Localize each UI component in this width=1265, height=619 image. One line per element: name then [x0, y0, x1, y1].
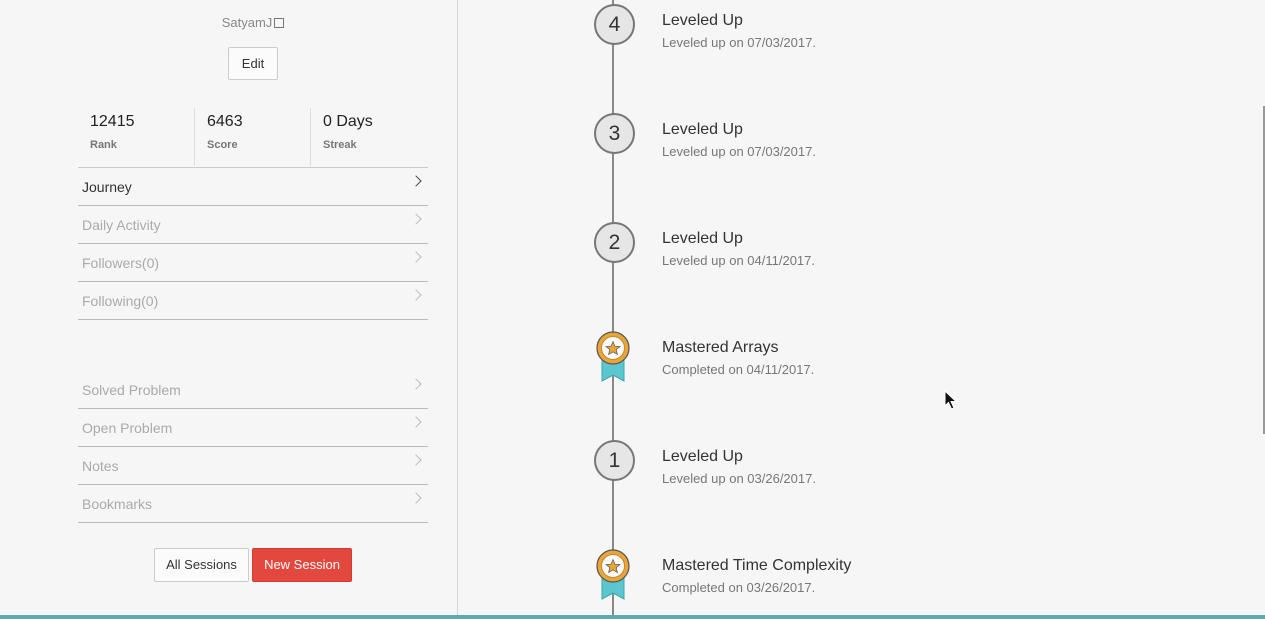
menu-item-solved-problem[interactable]: Solved Problem: [78, 371, 428, 409]
menu-item-label: Bookmarks: [82, 496, 153, 512]
chevron-right-icon: [410, 251, 422, 263]
timeline-subtitle: Leveled up on 07/03/2017.: [662, 35, 816, 50]
stat-value: 6463: [207, 113, 243, 130]
profile-panel: SatyamJ Edit 12415 Rank 6463 Score 0 Day…: [0, 0, 458, 615]
menu-item-label: Following(0): [82, 293, 159, 309]
problems-menu: Solved Problem Open Problem Notes Bookma…: [78, 371, 428, 523]
menu-item-daily-activity[interactable]: Daily Activity: [78, 206, 428, 244]
timeline-title: Mastered Time Complexity: [662, 557, 852, 574]
mouse-cursor-icon: [944, 390, 958, 410]
stats-row: 12415 Rank 6463 Score 0 Days Streak: [78, 108, 426, 166]
menu-item-label: Solved Problem: [82, 382, 181, 398]
chevron-right-icon: [410, 492, 422, 504]
timeline-item: 1 Leveled Up Leveled up on 03/26/2017.: [594, 440, 1094, 500]
chevron-right-icon: [410, 416, 422, 428]
medal-icon: [596, 549, 630, 600]
level-badge: 2: [594, 222, 635, 263]
username: SatyamJ: [0, 15, 506, 30]
level-badge: 4: [594, 4, 635, 45]
profile-menu: Journey Daily Activity Followers(0) Foll…: [78, 167, 428, 320]
chevron-right-icon: [410, 378, 422, 390]
timeline-subtitle: Leveled up on 07/03/2017.: [662, 144, 816, 159]
level-badge: 3: [594, 113, 635, 154]
bottom-accent-bar: [0, 615, 1265, 619]
timeline-item: 3 Leveled Up Leveled up on 07/03/2017.: [594, 113, 1094, 173]
timeline-subtitle: Leveled up on 04/11/2017.: [662, 253, 816, 268]
timeline-subtitle: Completed on 04/11/2017.: [662, 362, 815, 377]
stat-rank: 12415 Rank: [78, 108, 194, 166]
stat-streak: 0 Days Streak: [310, 108, 426, 166]
flag-icon: [274, 18, 285, 28]
menu-item-label: Open Problem: [82, 420, 173, 436]
timeline-subtitle: Leveled up on 03/26/2017.: [662, 471, 816, 486]
stat-score: 6463 Score: [194, 108, 310, 166]
menu-item-open-problem[interactable]: Open Problem: [78, 409, 428, 447]
menu-item-bookmarks[interactable]: Bookmarks: [78, 485, 428, 523]
timeline-line: [612, 0, 614, 615]
stat-value: 0 Days: [323, 113, 373, 130]
stat-value: 12415: [90, 113, 135, 130]
chevron-right-icon: [410, 454, 422, 466]
new-session-button[interactable]: New Session: [252, 548, 352, 582]
timeline-item: Mastered Time Complexity Completed on 03…: [594, 549, 1094, 609]
menu-item-label: Notes: [82, 458, 119, 474]
menu-item-followers[interactable]: Followers(0): [78, 244, 428, 282]
chevron-right-icon: [410, 213, 422, 225]
menu-item-label: Daily Activity: [82, 217, 161, 233]
timeline-title: Mastered Arrays: [662, 339, 779, 356]
timeline-item: 4 Leveled Up Leveled up on 07/03/2017.: [594, 4, 1094, 64]
menu-item-journey[interactable]: Journey: [78, 168, 428, 206]
timeline-title: Leveled Up: [662, 121, 743, 138]
menu-item-notes[interactable]: Notes: [78, 447, 428, 485]
chevron-right-icon: [410, 175, 422, 187]
stat-label: Rank: [90, 139, 117, 151]
timeline-title: Leveled Up: [662, 12, 743, 29]
menu-item-following[interactable]: Following(0): [78, 282, 428, 320]
timeline-title: Leveled Up: [662, 448, 743, 465]
stat-label: Streak: [323, 139, 357, 151]
timeline-item: 2 Leveled Up Leveled up on 04/11/2017.: [594, 222, 1094, 282]
all-sessions-button[interactable]: All Sessions: [154, 548, 249, 582]
timeline-subtitle: Completed on 03/26/2017.: [662, 580, 816, 595]
menu-item-label: Journey: [82, 179, 132, 195]
level-badge: 1: [594, 440, 635, 481]
username-text: SatyamJ: [221, 15, 273, 30]
edit-profile-button[interactable]: Edit: [228, 47, 278, 80]
chevron-right-icon: [410, 289, 422, 301]
medal-icon: [596, 331, 630, 382]
timeline-title: Leveled Up: [662, 230, 743, 247]
stat-label: Score: [207, 139, 238, 151]
menu-item-label: Followers(0): [82, 255, 160, 271]
timeline-item: Mastered Arrays Completed on 04/11/2017.: [594, 331, 1094, 391]
